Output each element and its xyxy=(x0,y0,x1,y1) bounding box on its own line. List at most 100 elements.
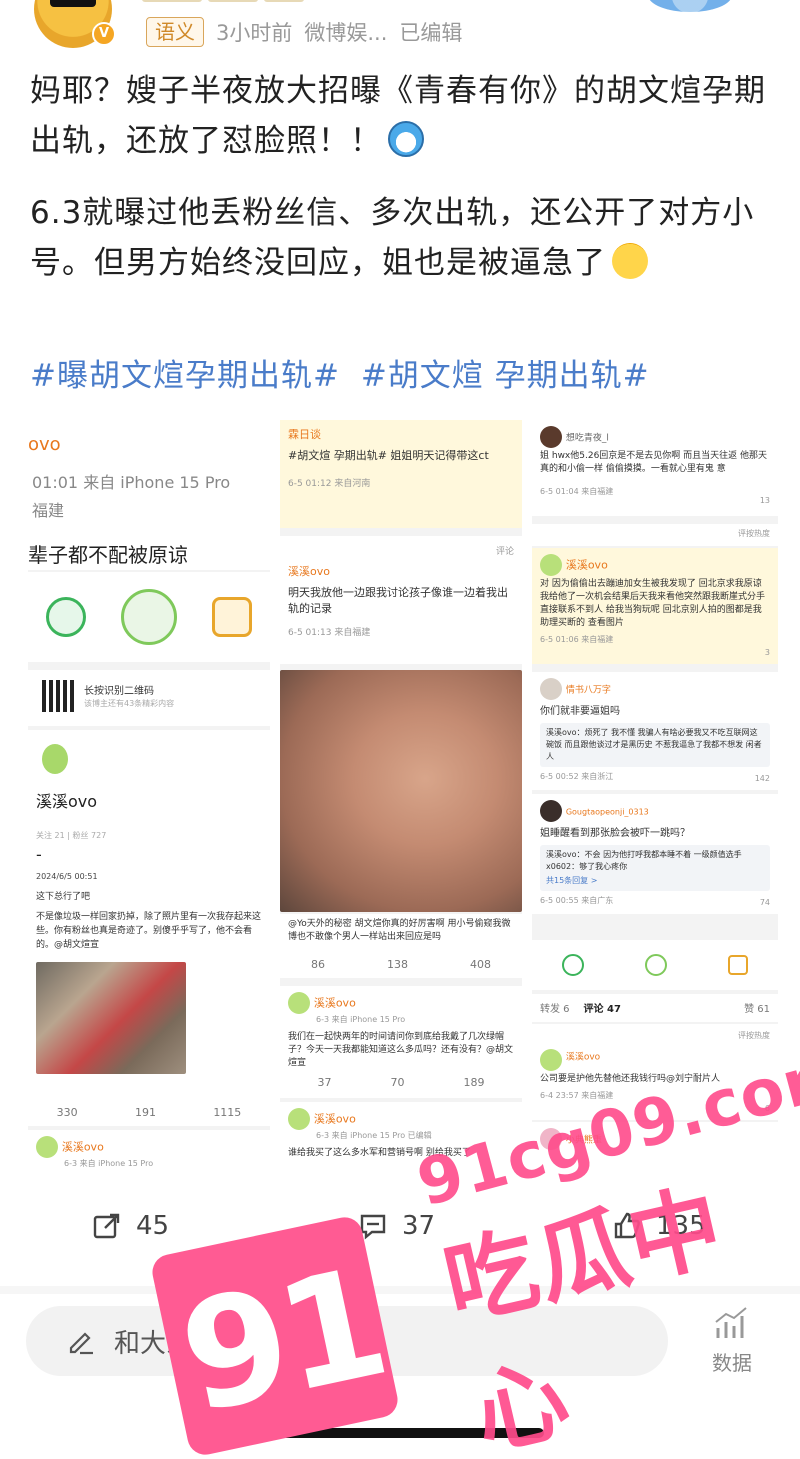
profile-name: 溪溪ovo xyxy=(36,792,98,811)
panel3-time2: 6-5 01:06 来自福建 xyxy=(540,635,614,644)
panel2-text2: 明天我放他一边跟我讨论孩子像谁一边着我出轨的记录 xyxy=(288,586,508,615)
face-closeup-photo[interactable] xyxy=(280,670,522,912)
collage-panel-left: ovo 01:01 来自 iPhone 15 Pro 福建 辈子都不配被原谅 长… xyxy=(28,420,270,1170)
collage-panel-middle: 霖日谈 #胡文煊 孕期出轨# 姐姐明天记得带这ct 6-5 01:12 来自河南… xyxy=(280,420,522,1170)
panel2-stats: 86 138 408 xyxy=(280,958,522,971)
panel2-name2: 溪溪ovo xyxy=(288,565,330,578)
panel3-hot-sort[interactable]: 评按热度 xyxy=(540,528,770,539)
moments-share-icon[interactable] xyxy=(120,589,177,645)
post-paragraph: 妈耶？嫂子半夜放大招曝《青春有你》的胡文煊孕期出轨，还放了怼脸照！！ xyxy=(30,66,775,166)
panel3-count4[interactable]: 74 xyxy=(760,898,770,907)
panel2-time: 6-5 01:12 来自河南 xyxy=(288,479,371,489)
laugh-cry-emoji-icon xyxy=(612,243,648,279)
hashtag-link[interactable]: #曝胡文煊孕期出轨# xyxy=(30,358,340,394)
comment-count-small[interactable]: 70 xyxy=(391,1076,405,1089)
panel2-caption: @Yo天外的秘密 胡文煊你真的好厉害啊 用小号偷窥我微博也不敢像个男人一样站出来… xyxy=(288,919,511,942)
author-name-cropped[interactable] xyxy=(142,0,342,8)
panel2-stats2: 37 70 189 xyxy=(288,1076,514,1089)
panel3-name1: 想吃青夜_l xyxy=(565,433,609,444)
verified-badge-icon: V xyxy=(92,22,116,46)
wechat-share-icon[interactable] xyxy=(562,954,585,976)
post-line-small: 这下总行了吧 xyxy=(36,892,91,902)
share-icon xyxy=(93,1213,120,1239)
panel3-time1: 6-5 01:04 来自福建 xyxy=(540,487,614,496)
profile-dash: - xyxy=(36,845,42,864)
panel3-name3: 情书八万字 xyxy=(565,685,611,696)
post-body-small: 不是像垃圾一样回家扔掉，除了照片里有一次我存起来这些。你有粉丝也真是奇迹了。别傻… xyxy=(36,912,262,950)
sunglasses-icon xyxy=(50,0,96,7)
commenter-avatar xyxy=(540,1049,562,1071)
panel2-name3: 溪溪ovo xyxy=(313,996,356,1010)
post-header: V 语义 3小时前 微博娱... 已编辑 xyxy=(0,0,800,56)
panel3-name4: Gougtaopeonji_0313 xyxy=(565,807,649,817)
post-body: 妈耶？嫂子半夜放大招曝《青春有你》的胡文煊孕期出轨，还放了怼脸照！！ 6.3就曝… xyxy=(30,66,775,310)
screenshot-collage-image[interactable]: ovo 01:01 来自 iPhone 15 Pro 福建 辈子都不配被原谅 长… xyxy=(28,420,778,1170)
panel3-text2: 对 因为偷偷出去蹦迪加女生被我发现了 回北京求我原谅 我给他了一次机会结果后天我… xyxy=(540,579,766,628)
semantic-tag[interactable]: 语义 xyxy=(146,17,204,47)
wechat-share-icon[interactable] xyxy=(45,597,86,637)
panel3-reply3: 溪溪ovo：烦死了 我不懂 我骗人有啥必要我又不吃互联网这碗饭 而且跟他谈过才是… xyxy=(540,723,770,767)
qr-label: 长按识别二维码 xyxy=(84,686,154,697)
commenter-avatar xyxy=(36,1136,58,1158)
letters-photo[interactable] xyxy=(36,962,186,1074)
panel1-stats: 330 191 1115 xyxy=(28,1106,270,1119)
panel3-count1[interactable]: 13 xyxy=(760,496,770,505)
panel3-time4: 6-5 00:55 来自广东 xyxy=(540,896,614,905)
comment-count-small[interactable]: 138 xyxy=(387,958,408,971)
hashtag-link[interactable]: #胡文煊 孕期出轨# xyxy=(361,358,650,394)
panel3-count2[interactable]: 3 xyxy=(765,648,770,657)
repost-button[interactable]: 45 xyxy=(92,1206,169,1246)
panel2-text: #胡文煊 孕期出轨# 姐姐明天记得带这ct xyxy=(288,449,489,462)
watermark-logo-number: 91 xyxy=(167,1236,397,1448)
save-image-icon[interactable] xyxy=(212,597,253,637)
like-count-small[interactable]: 408 xyxy=(470,958,491,971)
post-meta: 语义 3小时前 微博娱... 已编辑 xyxy=(146,16,462,48)
repost-count-small[interactable]: 37 xyxy=(318,1076,332,1089)
panel3-more-replies[interactable]: 共15条回复 > xyxy=(546,875,764,887)
comment-count-small[interactable]: 191 xyxy=(135,1106,156,1119)
repost-count: 45 xyxy=(136,1211,170,1241)
panel3-name5: 溪溪ovo xyxy=(565,1052,601,1063)
hashtag-row: #曝胡文煊孕期出轨# #胡文煊 孕期出轨# xyxy=(30,350,660,395)
pencil-icon xyxy=(69,1332,93,1355)
comment-button[interactable]: 37 xyxy=(358,1206,435,1246)
post-time-small: 2024/6/5 00:51 xyxy=(36,872,98,881)
panel3-reply4-text: 溪溪ovo：不会 因为他打呼我都本睡不着 一级颜值选手x0602：够了我心疼你 xyxy=(546,850,742,871)
tab-comment[interactable]: 评论 47 xyxy=(584,1000,621,1016)
commenter-name: 溪溪ovo xyxy=(61,1140,104,1154)
panel3-text1: 姐 hwx他5.26回京是不是去见你啊 而且当天往返 他那天真的和小偷一样 偷偷… xyxy=(540,451,768,474)
panel3-hot-sort-2[interactable]: 评按热度 xyxy=(540,1030,770,1041)
moments-share-icon[interactable] xyxy=(644,954,667,976)
panel2-name4: 溪溪ovo xyxy=(313,1112,356,1126)
panel3-name2: 溪溪ovo xyxy=(565,558,608,572)
commenter-meta: 6-3 来自 iPhone 15 Pro xyxy=(64,1159,154,1168)
commenter-avatar xyxy=(540,800,562,822)
save-image-icon[interactable] xyxy=(727,955,748,975)
post-source: 微博娱... xyxy=(304,21,388,45)
panel2-time2: 6-5 01:13 来自福建 xyxy=(288,628,371,638)
tab-like[interactable]: 赞 61 xyxy=(744,1000,770,1016)
watermark-logo: 91 xyxy=(149,1213,401,1459)
panel3-time3: 6-5 00:52 来自浙江 xyxy=(540,772,614,781)
repost-count-small[interactable]: 86 xyxy=(311,958,325,971)
commenter-avatar xyxy=(540,554,562,576)
panel3-reply4: 溪溪ovo：不会 因为他打呼我都本睡不着 一级颜值选手x0602：够了我心疼你 … xyxy=(540,845,770,891)
panel2-reply-label: 评论 xyxy=(495,547,514,557)
qr-sublabel: 该博主还有43条精彩内容 xyxy=(84,699,175,708)
post-time: 3小时前 xyxy=(216,21,293,45)
panel1-time: 01:01 来自 iPhone 15 Pro xyxy=(32,473,231,492)
repost-count-small[interactable]: 330 xyxy=(57,1106,78,1119)
post-paragraph: 6.3就曝过他丢粉丝信、多次出轨，还公开了对方小号。但男方始终没回应，姐也是被逼… xyxy=(30,188,775,288)
like-count-small[interactable]: 1115 xyxy=(213,1106,241,1119)
commenter-avatar xyxy=(288,992,310,1014)
panel2-username: 霖日谈 xyxy=(288,428,321,441)
profile-meta: 关注 21 | 粉丝 727 xyxy=(36,831,107,840)
tab-repost[interactable]: 转发 6 xyxy=(540,1000,570,1016)
follow-button-cropped[interactable] xyxy=(648,0,732,12)
like-count-small[interactable]: 189 xyxy=(464,1076,485,1089)
panel1-text: 辈子都不配被原谅 xyxy=(28,543,188,567)
commenter-avatar xyxy=(540,426,562,448)
qr-code-icon xyxy=(42,680,74,712)
edited-label[interactable]: 已编辑 xyxy=(399,17,462,47)
panel3-count3[interactable]: 142 xyxy=(755,774,770,783)
